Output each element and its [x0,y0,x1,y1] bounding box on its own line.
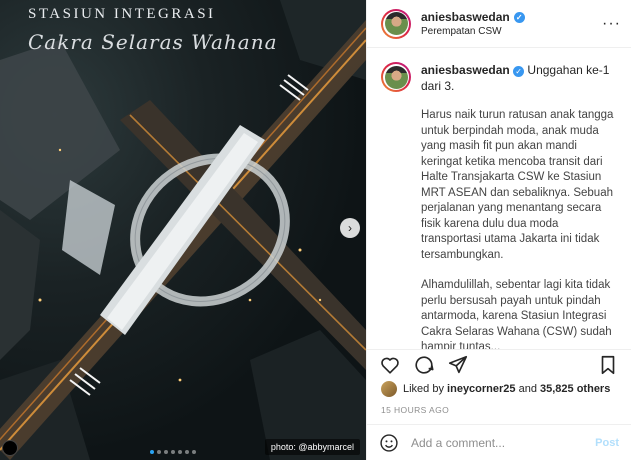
post-button[interactable]: Post [595,437,619,449]
caption-paragraph: Harus naik turun ratusan anak tangga unt… [421,109,614,261]
overlay-title: STASIUN INTEGRASI [28,6,216,22]
carousel-dot [192,450,196,454]
user-tag-icon[interactable] [2,440,18,456]
avatar[interactable] [381,62,411,92]
carousel-dot [157,450,161,454]
post-header: aniesbaswedan ✓ Perempatan CSW ··· [367,0,631,48]
verified-badge-icon: ✓ [513,11,525,23]
photo-credit: photo: @abbymarcel [264,439,360,455]
comment-icon[interactable] [413,354,435,376]
caption-area: aniesbaswedan ✓ Unggahan ke-1 dari 3. Ha… [367,48,631,349]
likes-and: and [518,383,537,395]
avatar[interactable] [381,8,411,39]
carousel-dot [178,450,182,454]
overlay-subtitle: Cakra Selaras Wahana [28,30,278,54]
likes-prefix: Liked by [403,383,444,395]
likes-count[interactable]: 35,825 others [540,383,610,395]
carousel-indicator [150,450,196,454]
carousel-dot [150,450,154,454]
emoji-icon[interactable] [379,433,399,453]
aerial-interchange-illustration [0,0,366,460]
carousel-dot [164,450,168,454]
header-username[interactable]: aniesbaswedan [421,10,510,24]
caption-paragraph: Alhamdulillah, sebentar lagi kita tidak … [421,279,612,349]
carousel-dot [185,450,189,454]
verified-badge-icon: ✓ [513,66,525,77]
chevron-right-icon[interactable]: › [340,218,360,238]
comment-input[interactable] [409,434,596,451]
caption-username[interactable]: aniesbaswedan [421,63,510,77]
post-sidebar: aniesbaswedan ✓ Perempatan CSW ··· anies… [366,0,631,460]
post-image[interactable]: STASIUN INTEGRASI Cakra Selaras Wahana ›… [0,0,366,460]
likes-summary: Liked by ineycorner25 and 35,825 others [381,381,610,397]
bookmark-icon[interactable] [597,354,619,376]
share-icon[interactable] [447,354,469,376]
comment-box: Post [367,424,631,460]
timestamp[interactable]: 15 HOURS AGO [381,405,449,415]
heart-icon[interactable] [379,354,401,376]
more-horizontal-icon[interactable]: ··· [602,15,621,33]
carousel-dot [171,450,175,454]
liker-avatar[interactable] [381,381,397,397]
location-link[interactable]: Perempatan CSW [421,26,602,37]
liker-username[interactable]: ineycorner25 [447,383,515,395]
action-bar [367,349,631,379]
